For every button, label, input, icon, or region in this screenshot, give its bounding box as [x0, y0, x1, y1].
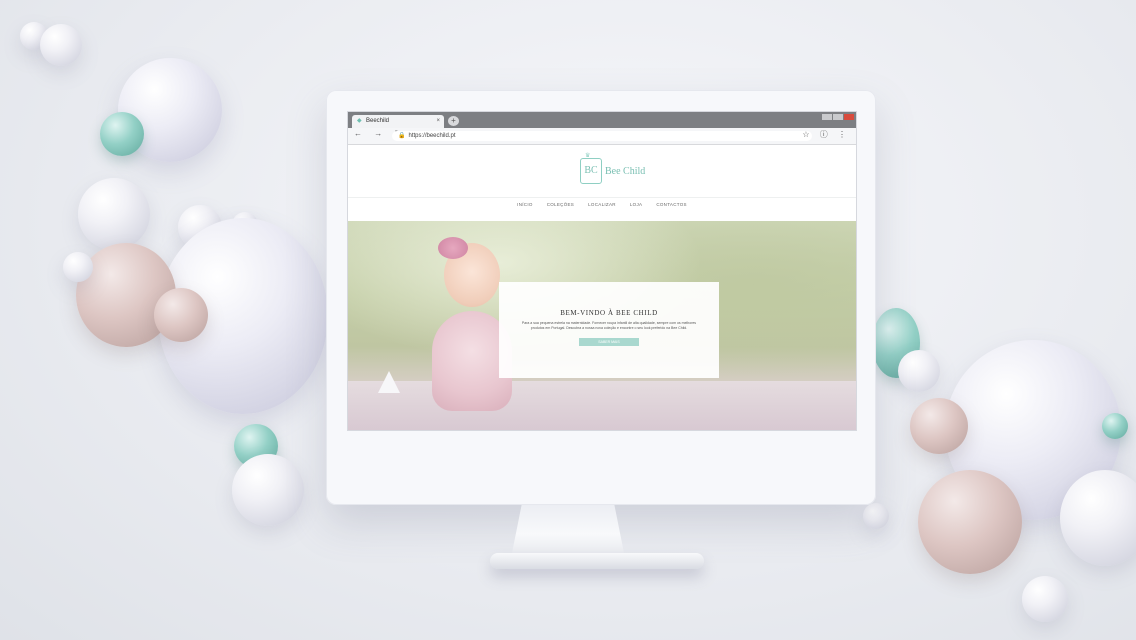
decorative-sphere — [232, 454, 304, 526]
decorative-sphere — [1022, 576, 1068, 622]
decorative-sphere — [40, 24, 82, 66]
minimize-button[interactable] — [822, 114, 832, 120]
logo-mark[interactable]: BC — [580, 158, 602, 184]
decorative-sphere — [1060, 470, 1136, 566]
browser-tab-bar: ◆ Beechild × + — [348, 112, 856, 128]
browser-toolbar: ← → ↻ 🔒 https://beechild.pt ☆ ⓘ ⋮ — [348, 128, 856, 145]
menu-item-colecoes[interactable]: COLEÇÕES — [547, 198, 574, 212]
welcome-title: BEM-VINDO À BEE CHILD — [560, 309, 658, 317]
decorative-sphere — [898, 350, 940, 392]
main-menu: INÍCIO COLEÇÕES LOCALIZAR LOJA CONTACTOS — [348, 197, 856, 212]
tab-title: Beechild — [366, 118, 390, 124]
decorative-sphere — [78, 178, 150, 250]
new-tab-button[interactable]: + — [448, 116, 459, 126]
maximize-button[interactable] — [833, 114, 843, 120]
decorative-sphere — [1102, 413, 1128, 439]
welcome-text: Para a sua pequena estrela na maternidad… — [521, 321, 697, 330]
welcome-box: BEM-VINDO À BEE CHILD Para a sua pequena… — [499, 282, 719, 378]
menu-item-contactos[interactable]: CONTACTOS — [656, 198, 687, 212]
decorative-sphere — [863, 503, 889, 529]
decorative-sphere — [100, 112, 144, 156]
decorative-sphere — [63, 252, 93, 282]
address-bar[interactable]: 🔒 https://beechild.pt — [392, 131, 812, 141]
decorative-sphere — [154, 288, 208, 342]
site-header: ♛ BC Bee Child — [348, 145, 856, 197]
menu-item-localizar[interactable]: LOCALIZAR — [588, 198, 616, 212]
hero-banner: BEM-VINDO À BEE CHILD Para a sua pequena… — [348, 221, 856, 430]
decorative-sphere — [918, 470, 1022, 574]
toolbar-right-icons[interactable]: ☆ ⓘ ⋮ — [802, 129, 850, 140]
hero-photo-blanket — [348, 381, 856, 430]
logo-text[interactable]: Bee Child — [605, 166, 645, 177]
lock-icon: 🔒 — [398, 133, 406, 139]
hero-photo-bow — [438, 237, 468, 259]
close-tab-icon[interactable]: × — [436, 115, 440, 128]
window-controls — [822, 114, 854, 120]
menu-item-inicio[interactable]: INÍCIO — [517, 198, 533, 212]
monitor-base — [490, 553, 704, 569]
browser-tab[interactable]: ◆ Beechild × — [352, 115, 444, 128]
url-text: https://beechild.pt — [408, 133, 456, 139]
learn-more-button[interactable]: SABER MAIS — [579, 338, 639, 346]
close-window-button[interactable] — [844, 114, 854, 120]
monitor-screen: ◆ Beechild × + ← → ↻ 🔒 https://beechild.p… — [348, 112, 856, 430]
decorative-sphere — [910, 398, 968, 454]
favicon-icon: ◆ — [357, 118, 362, 124]
menu-item-loja[interactable]: LOJA — [630, 198, 642, 212]
